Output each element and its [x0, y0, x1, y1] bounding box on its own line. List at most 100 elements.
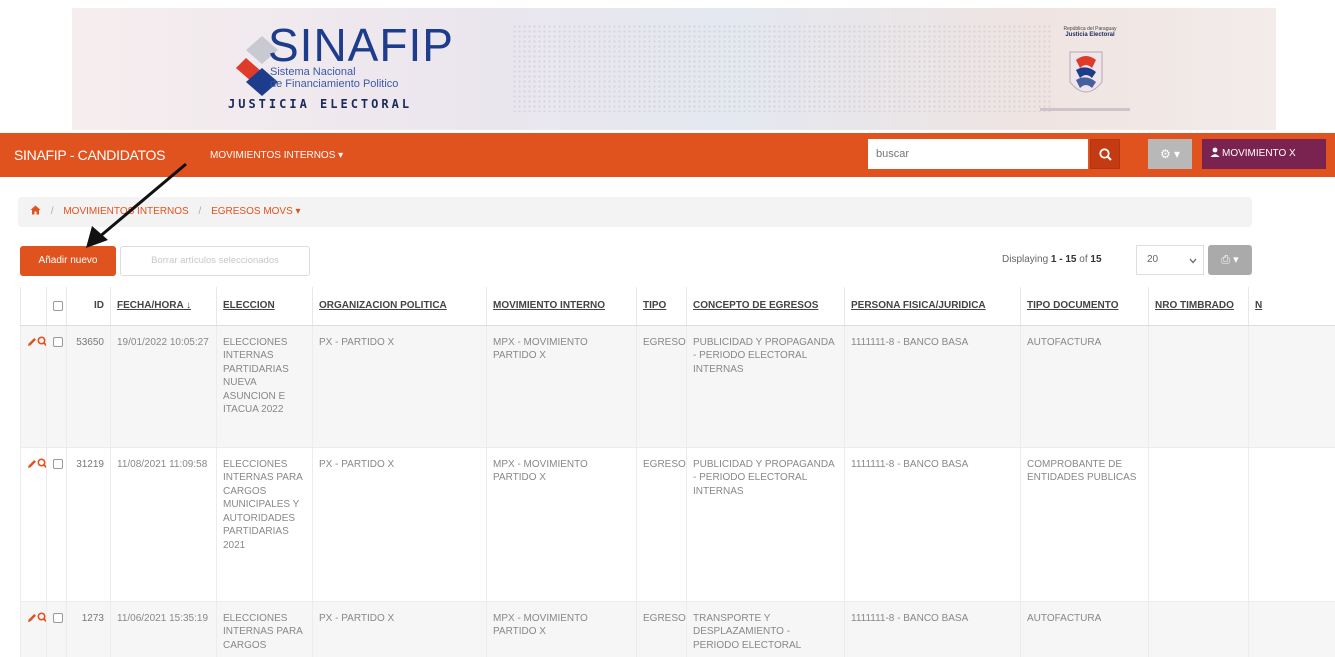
delete-selected-button[interactable]: Borrar artículos seleccionados	[120, 246, 310, 276]
banner-pattern	[512, 24, 1052, 112]
cell-fecha-hora: 11/06/2021 15:35:19	[110, 601, 217, 657]
header-id[interactable]: ID	[66, 287, 111, 326]
add-new-button[interactable]: Añadir nuevo	[20, 246, 116, 276]
header-fecha-hora[interactable]: FECHA/HORA ↓	[110, 287, 217, 326]
view-magnifier-icon[interactable]	[37, 336, 47, 347]
navbar-brand[interactable]: SINAFIP - CANDIDATOS	[14, 147, 165, 163]
cell-eleccion: ELECCIONES INTERNAS PARA CARGOS MUNICIPA…	[216, 447, 313, 602]
edit-pencil-icon[interactable]	[27, 337, 37, 347]
logo-subtitle: Sistema Nacional de Financiamiento Polit…	[270, 66, 398, 90]
cell-next-column	[1248, 601, 1335, 657]
row-select[interactable]	[46, 325, 67, 448]
edit-pencil-icon[interactable]	[27, 613, 37, 623]
header-organizacion-politica[interactable]: ORGANIZACION POLITICA	[312, 287, 487, 326]
cell-id: 53650	[66, 325, 111, 448]
egresos-table: ID FECHA/HORA ↓ ELECCION ORGANIZACION PO…	[20, 287, 1335, 657]
header-select-all[interactable]	[46, 287, 67, 326]
cell-id: 31219	[66, 447, 111, 602]
cell-tipo-documento: AUTOFACTURA	[1020, 325, 1149, 448]
cell-organizacion: PX - PARTIDO X	[312, 325, 487, 448]
search-icon	[1099, 148, 1112, 161]
cell-concepto: TRANSPORTE Y DESPLAZAMIENTO - PERIODO EL…	[686, 601, 845, 657]
cell-persona: 1111111-8 - BANCO BASA	[844, 325, 1021, 448]
cell-nro-timbrado	[1148, 325, 1249, 448]
header-actions	[20, 287, 47, 326]
search-button[interactable]	[1090, 139, 1120, 169]
edit-pencil-icon[interactable]	[27, 459, 37, 469]
settings-dropdown-button[interactable]: ⚙ ▾	[1148, 139, 1192, 169]
cell-tipo-documento: COMPROBANTE DE ENTIDADES PUBLICAS	[1020, 447, 1149, 602]
logo-org: JUSTICIA ELECTORAL	[228, 97, 413, 111]
seal-caption: República del Paraguay Justicia Electora…	[1050, 26, 1130, 38]
breadcrumb-separator: /	[50, 206, 54, 217]
seal-footer-line	[1040, 108, 1130, 111]
user-menu-button[interactable]: MOVIMIENTO X	[1202, 139, 1326, 169]
cell-tipo-documento: AUTOFACTURA	[1020, 601, 1149, 657]
cell-movimiento: MPX - MOVIMIENTO PARTIDO X	[486, 325, 637, 448]
logo-subtitle-line-1: Sistema Nacional	[270, 66, 356, 78]
cell-organizacion: PX - PARTIDO X	[312, 601, 487, 657]
row-select[interactable]	[46, 447, 67, 602]
cell-fecha-hora: 11/08/2021 11:09:58	[110, 447, 217, 602]
chevron-down-icon	[1189, 258, 1197, 264]
header-tipo[interactable]: TIPO	[636, 287, 687, 326]
cell-nro-timbrado	[1148, 601, 1249, 657]
table-row: 53650 19/01/2022 10:05:27 ELECCIONES INT…	[20, 325, 1335, 448]
cell-eleccion: ELECCIONES INTERNAS PARTIDARIAS NUEVA AS…	[216, 325, 313, 448]
row-actions	[20, 601, 47, 657]
home-icon[interactable]	[30, 205, 41, 215]
row-checkbox[interactable]	[53, 336, 63, 347]
row-actions	[20, 447, 47, 602]
cell-eleccion: ELECCIONES INTERNAS PARA CARGOS	[216, 601, 313, 657]
breadcrumb-item-movimientos[interactable]: MOVIMIENTOS INTERNOS	[63, 206, 188, 217]
cell-fecha-hora: 19/01/2022 10:05:27	[110, 325, 217, 448]
row-actions	[20, 325, 47, 448]
header-concepto-egresos[interactable]: CONCEPTO DE EGRESOS	[686, 287, 845, 326]
cell-organizacion: PX - PARTIDO X	[312, 447, 487, 602]
pagination-of: of	[1076, 254, 1091, 265]
cell-persona: 1111111-8 - BANCO BASA	[844, 447, 1021, 602]
cell-next-column	[1248, 325, 1335, 448]
print-dropdown-button[interactable]: ⎙ ▾	[1208, 245, 1252, 275]
header-eleccion[interactable]: ELECCION	[216, 287, 313, 326]
pagination-summary: Displaying 1 - 15 of 15	[1002, 254, 1102, 265]
header-next-column[interactable]: N	[1248, 287, 1335, 326]
cell-next-column	[1248, 447, 1335, 602]
user-icon	[1210, 147, 1220, 157]
header-tipo-documento[interactable]: TIPO DOCUMENTO	[1020, 287, 1149, 326]
header-persona-fisica-juridica[interactable]: PERSONA FISICA/JURIDICA	[844, 287, 1021, 326]
logo-title: SINAFIP	[268, 19, 454, 71]
cell-persona: 1111111-8 - BANCO BASA	[844, 601, 1021, 657]
top-navbar: SINAFIP - CANDIDATOS MOVIMIENTOS INTERNO…	[0, 133, 1335, 177]
cell-nro-timbrado	[1148, 447, 1249, 602]
logo-subtitle-line-2: de Financiamiento Politico	[270, 78, 399, 90]
view-magnifier-icon[interactable]	[37, 458, 47, 469]
select-all-checkbox[interactable]	[53, 300, 63, 311]
row-checkbox[interactable]	[53, 612, 63, 623]
cell-id: 1273	[66, 601, 111, 657]
cell-concepto: PUBLICIDAD Y PROPAGANDA - PERIODO ELECTO…	[686, 447, 845, 602]
pagination-total: 15	[1090, 254, 1102, 265]
header-banner: SINAFIP Sistema Nacional de Financiamien…	[72, 8, 1276, 130]
cell-concepto: PUBLICIDAD Y PROPAGANDA - PERIODO ELECTO…	[686, 325, 845, 448]
seal-caption-line-2: Justicia Electoral	[1065, 32, 1115, 38]
cell-tipo: EGRESOS	[636, 601, 687, 657]
table-header-row: ID FECHA/HORA ↓ ELECCION ORGANIZACION PO…	[20, 287, 1335, 326]
view-magnifier-icon[interactable]	[37, 612, 47, 623]
cell-movimiento: MPX - MOVIMIENTO PARTIDO X	[486, 447, 637, 602]
justicia-electoral-seal-icon	[1069, 51, 1103, 93]
per-page-value: 20	[1147, 254, 1159, 265]
row-checkbox[interactable]	[53, 458, 63, 469]
user-menu-label: MOVIMIENTO X	[1222, 148, 1296, 159]
row-select[interactable]	[46, 601, 67, 657]
breadcrumb-separator: /	[198, 206, 202, 217]
search-input[interactable]	[868, 139, 1088, 169]
header-movimiento-interno[interactable]: MOVIMIENTO INTERNO	[486, 287, 637, 326]
cell-tipo: EGRESOS	[636, 325, 687, 448]
breadcrumb: / MOVIMIENTOS INTERNOS / EGRESOS MOVS ▾	[18, 197, 1252, 227]
app-page: SINAFIP Sistema Nacional de Financiamien…	[0, 0, 1335, 657]
menu-movimientos-internos[interactable]: MOVIMIENTOS INTERNOS ▾	[210, 150, 343, 161]
breadcrumb-item-egresos[interactable]: EGRESOS MOVS ▾	[211, 206, 300, 217]
header-nro-timbrado[interactable]: NRO TIMBRADO	[1148, 287, 1249, 326]
per-page-select[interactable]: 20	[1136, 245, 1204, 275]
